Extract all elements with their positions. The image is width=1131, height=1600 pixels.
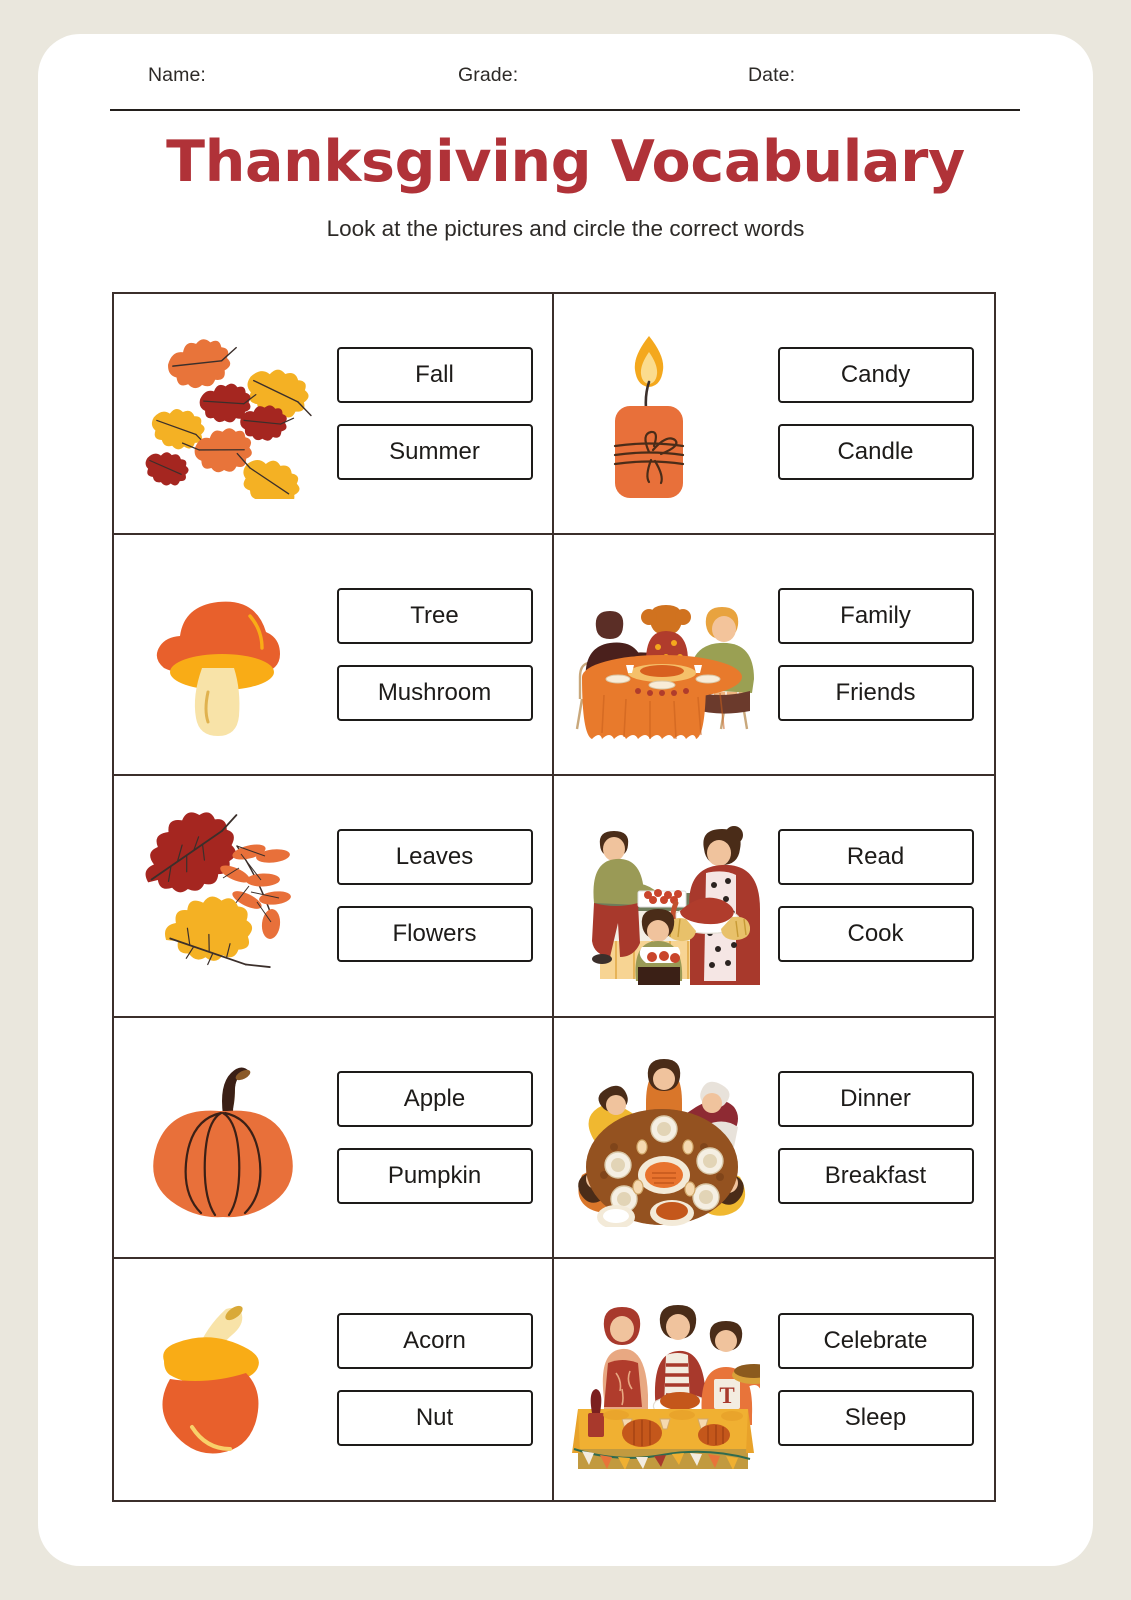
thanksgiving-celebration-icon: T — [554, 1259, 769, 1500]
autumn-leaves-icon — [114, 776, 329, 1015]
family-at-table-icon — [554, 535, 769, 774]
grade-field-label: Grade: — [458, 64, 519, 86]
word-options: Fall Summer — [329, 347, 552, 481]
word-option[interactable]: Leaves — [336, 829, 533, 886]
vocab-cell-candle: Candy Candle — [554, 294, 994, 536]
word-options: Celebrate Sleep — [769, 1312, 994, 1446]
word-option[interactable]: Breakfast — [777, 1147, 974, 1204]
word-options: Leaves Flowers — [329, 829, 552, 963]
word-option[interactable]: Celebrate — [777, 1312, 974, 1369]
page-subtitle: Look at the pictures and circle the corr… — [326, 216, 805, 241]
page-title: Thanksgiving Vocabulary — [166, 129, 965, 195]
svg-text:T: T — [719, 1383, 734, 1408]
falling-leaves-icon — [114, 294, 329, 533]
pumpkin-icon — [114, 1018, 329, 1257]
vocab-cell-pumpkin: Apple Pumpkin — [114, 1017, 554, 1259]
vocab-cell-leaves-scatter: Fall Summer — [114, 294, 554, 536]
word-option[interactable]: Tree — [336, 588, 533, 645]
vocab-cell-cooking: Read Cook — [554, 776, 994, 1018]
word-option[interactable]: Candle — [777, 424, 974, 481]
student-info-header: Name: Grade: Date: — [110, 63, 1020, 111]
vocab-cell-family-table: Family Friends — [554, 535, 994, 777]
word-options: Apple Pumpkin — [329, 1070, 552, 1204]
candle-icon — [554, 294, 769, 533]
word-option[interactable]: Flowers — [336, 906, 533, 963]
vocab-cell-celebration: T Celebrate Sleep — [554, 1259, 994, 1500]
dinner-table-overhead-icon — [554, 1018, 769, 1257]
word-option[interactable]: Acorn — [336, 1312, 533, 1369]
word-option[interactable]: Nut — [336, 1389, 533, 1446]
word-options: Tree Mushroom — [329, 588, 552, 722]
word-options: Read Cook — [769, 829, 994, 963]
word-option[interactable]: Pumpkin — [336, 1147, 533, 1204]
word-option[interactable]: Friends — [777, 665, 974, 722]
cooking-turkey-icon — [554, 776, 769, 1015]
word-options: Dinner Breakfast — [769, 1070, 994, 1204]
word-option[interactable]: Read — [777, 829, 974, 886]
word-option[interactable]: Dinner — [777, 1070, 974, 1127]
vocab-cell-autumn-leaves: Leaves Flowers — [114, 776, 554, 1018]
word-option[interactable]: Summer — [336, 424, 533, 481]
word-option[interactable]: Cook — [777, 906, 974, 963]
vocab-cell-acorn: Acorn Nut — [114, 1258, 554, 1500]
word-option[interactable]: Family — [777, 588, 974, 645]
vocab-cell-dinner-overhead: Dinner Breakfast — [554, 1018, 994, 1259]
vocab-cell-mushroom: Tree Mushroom — [114, 535, 554, 777]
name-field-label: Name: — [148, 64, 206, 86]
mushroom-icon — [114, 535, 329, 774]
word-options: Family Friends — [769, 588, 994, 722]
word-option[interactable]: Fall — [336, 347, 533, 404]
worksheet-page: Name: Grade: Date: Thanksgiving Vocabula… — [38, 34, 1093, 1566]
word-options: Candy Candle — [769, 347, 994, 481]
acorn-icon — [114, 1259, 329, 1500]
word-option[interactable]: Mushroom — [336, 665, 533, 722]
vocabulary-grid: Fall Summer Candy Candle Tree Mushroom F… — [112, 292, 996, 1502]
word-option[interactable]: Apple — [336, 1070, 533, 1127]
word-option[interactable]: Candy — [777, 347, 974, 404]
word-options: Acorn Nut — [329, 1312, 552, 1446]
word-option[interactable]: Sleep — [777, 1389, 974, 1446]
date-field-label: Date: — [748, 64, 796, 86]
